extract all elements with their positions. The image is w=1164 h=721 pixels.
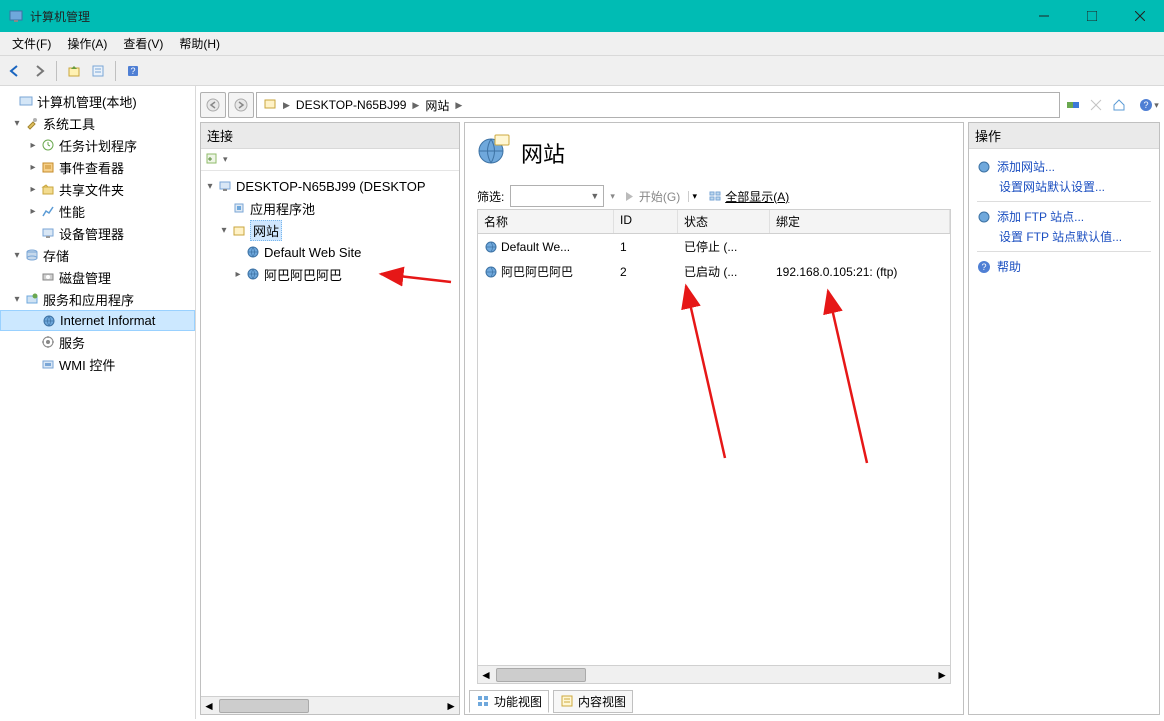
svg-text:?: ? — [1144, 100, 1149, 110]
iis-logo-icon — [477, 133, 511, 173]
stop-button[interactable] — [1085, 94, 1107, 116]
col-name[interactable]: 名称 — [478, 210, 614, 233]
conn-custom-site[interactable]: ▸阿巴阿巴阿巴 — [201, 263, 459, 285]
svg-text:?: ? — [130, 66, 135, 76]
tree-services-apps[interactable]: ▾服务和应用程序 — [0, 288, 195, 310]
conn-app-pools[interactable]: 应用程序池 — [201, 197, 459, 219]
sites-table: 名称 ID 状态 绑定 Default We... 1 已停止 (... — [477, 209, 951, 684]
connections-toolbar: ▾ — [201, 149, 459, 171]
app-icon — [8, 8, 24, 24]
start-button[interactable]: 开始(G) — [617, 185, 686, 207]
menu-view[interactable]: 查看(V) — [115, 33, 171, 54]
sites-title: 网站 — [477, 133, 951, 173]
tree-event-viewer[interactable]: ▸事件查看器 — [0, 156, 195, 178]
breadcrumb-back-button[interactable] — [200, 92, 226, 118]
breadcrumb-host[interactable]: DESKTOP-N65BJ99 — [296, 98, 407, 112]
start-split-button[interactable]: ▾ — [688, 191, 700, 202]
tree-root[interactable]: 计算机管理(本地) — [0, 90, 195, 112]
sites-panel: 网站 筛选: ▼ ▾ 开始(G) ▾ 全 — [464, 122, 964, 715]
tree-device-manager[interactable]: 设备管理器 — [0, 222, 195, 244]
view-feature-tab[interactable]: 功能视图 — [469, 690, 549, 713]
main-pane: ▶ DESKTOP-N65BJ99 ▶ 网站 ▶ ?▾ 连接 ▾ — [196, 86, 1164, 719]
action-set-ftp-defaults[interactable]: 设置 FTP 站点默认值... — [999, 228, 1151, 245]
menu-help[interactable]: 帮助(H) — [171, 33, 228, 54]
tree-storage[interactable]: ▾存储 — [0, 244, 195, 266]
window-title: 计算机管理 — [30, 8, 90, 25]
view-content-tab[interactable]: 内容视图 — [553, 690, 633, 713]
actions-header: 操作 — [969, 123, 1159, 149]
tree-shared-folders[interactable]: ▸共享文件夹 — [0, 178, 195, 200]
tree-performance[interactable]: ▸性能 — [0, 200, 195, 222]
col-binding[interactable]: 绑定 — [770, 210, 950, 233]
view-tabs: 功能视图 内容视图 — [465, 688, 963, 714]
refresh-button[interactable] — [1062, 94, 1084, 116]
table-row[interactable]: Default We... 1 已停止 (... — [478, 234, 950, 259]
tree-task-scheduler[interactable]: ▸任务计划程序 — [0, 134, 195, 156]
tree-system-tools[interactable]: ▾系统工具 — [0, 112, 195, 134]
chevron-right-icon: ▶ — [455, 100, 462, 111]
filter-label: 筛选: — [477, 188, 504, 205]
tree-wmi[interactable]: WMI 控件 — [0, 353, 195, 375]
titlebar: 计算机管理 — [0, 0, 1164, 32]
action-add-ftp[interactable]: 添加 FTP 站点... — [977, 208, 1151, 225]
svg-text:?: ? — [981, 262, 986, 272]
up-level-button[interactable] — [63, 60, 85, 82]
minimize-button[interactable] — [1020, 0, 1068, 32]
conn-sites[interactable]: ▾网站 — [201, 219, 459, 241]
breadcrumb-forward-button[interactable] — [228, 92, 254, 118]
nav-back-button[interactable] — [4, 60, 26, 82]
action-help[interactable]: ?帮助 — [977, 258, 1151, 275]
col-id[interactable]: ID — [614, 210, 678, 233]
toolbar: ? — [0, 56, 1164, 86]
breadcrumb-help-button[interactable]: ?▾ — [1138, 94, 1160, 116]
server-icon — [263, 97, 277, 114]
help-button[interactable]: ? — [122, 60, 144, 82]
tree-services[interactable]: 服务 — [0, 331, 195, 353]
action-add-site[interactable]: 添加网站... — [977, 158, 1151, 175]
maximize-button[interactable] — [1068, 0, 1116, 32]
nav-forward-button[interactable] — [28, 60, 50, 82]
filter-row: 筛选: ▼ ▾ 开始(G) ▾ 全部显示(A) — [477, 185, 951, 207]
conn-scrollbar[interactable]: ◄► — [201, 696, 459, 714]
chevron-right-icon: ▶ — [412, 100, 419, 111]
col-status[interactable]: 状态 — [678, 210, 770, 233]
filter-combo[interactable]: ▼ — [510, 185, 604, 207]
breadcrumb-row: ▶ DESKTOP-N65BJ99 ▶ 网站 ▶ ?▾ — [200, 90, 1160, 120]
breadcrumb-address[interactable]: ▶ DESKTOP-N65BJ99 ▶ 网站 ▶ — [256, 92, 1060, 118]
connections-header: 连接 — [201, 123, 459, 149]
properties-button[interactable] — [87, 60, 109, 82]
tree-disk-management[interactable]: 磁盘管理 — [0, 266, 195, 288]
close-button[interactable] — [1116, 0, 1164, 32]
home-button[interactable] — [1108, 94, 1130, 116]
menubar: 文件(F) 操作(A) 查看(V) 帮助(H) — [0, 32, 1164, 56]
breadcrumb-sites[interactable]: 网站 — [425, 97, 449, 114]
tree-iis[interactable]: Internet Informat — [0, 310, 195, 331]
conn-default-site[interactable]: Default Web Site — [201, 241, 459, 263]
actions-panel: 操作 添加网站... 设置网站默认设置... 添加 FTP 站点... 设置 F… — [968, 122, 1160, 715]
chevron-right-icon: ▶ — [283, 100, 290, 111]
sites-scrollbar[interactable]: ◄► — [478, 665, 950, 683]
menu-file[interactable]: 文件(F) — [4, 33, 59, 54]
conn-host[interactable]: ▾DESKTOP-N65BJ99 (DESKTOP — [201, 175, 459, 197]
connections-panel: 连接 ▾ ▾DESKTOP-N65BJ99 (DESKTOP 应用程序池 ▾网站… — [200, 122, 460, 715]
show-all-button[interactable]: 全部显示(A) — [702, 185, 795, 207]
menu-action[interactable]: 操作(A) — [59, 33, 115, 54]
conn-add-icon[interactable] — [205, 151, 219, 168]
table-row[interactable]: 阿巴阿巴阿巴 2 已启动 (... 192.168.0.105:21: (ftp… — [478, 259, 950, 284]
mmc-tree-pane: 计算机管理(本地) ▾系统工具 ▸任务计划程序 ▸事件查看器 ▸共享文件夹 ▸性… — [0, 86, 196, 719]
action-set-site-defaults[interactable]: 设置网站默认设置... — [999, 178, 1151, 195]
